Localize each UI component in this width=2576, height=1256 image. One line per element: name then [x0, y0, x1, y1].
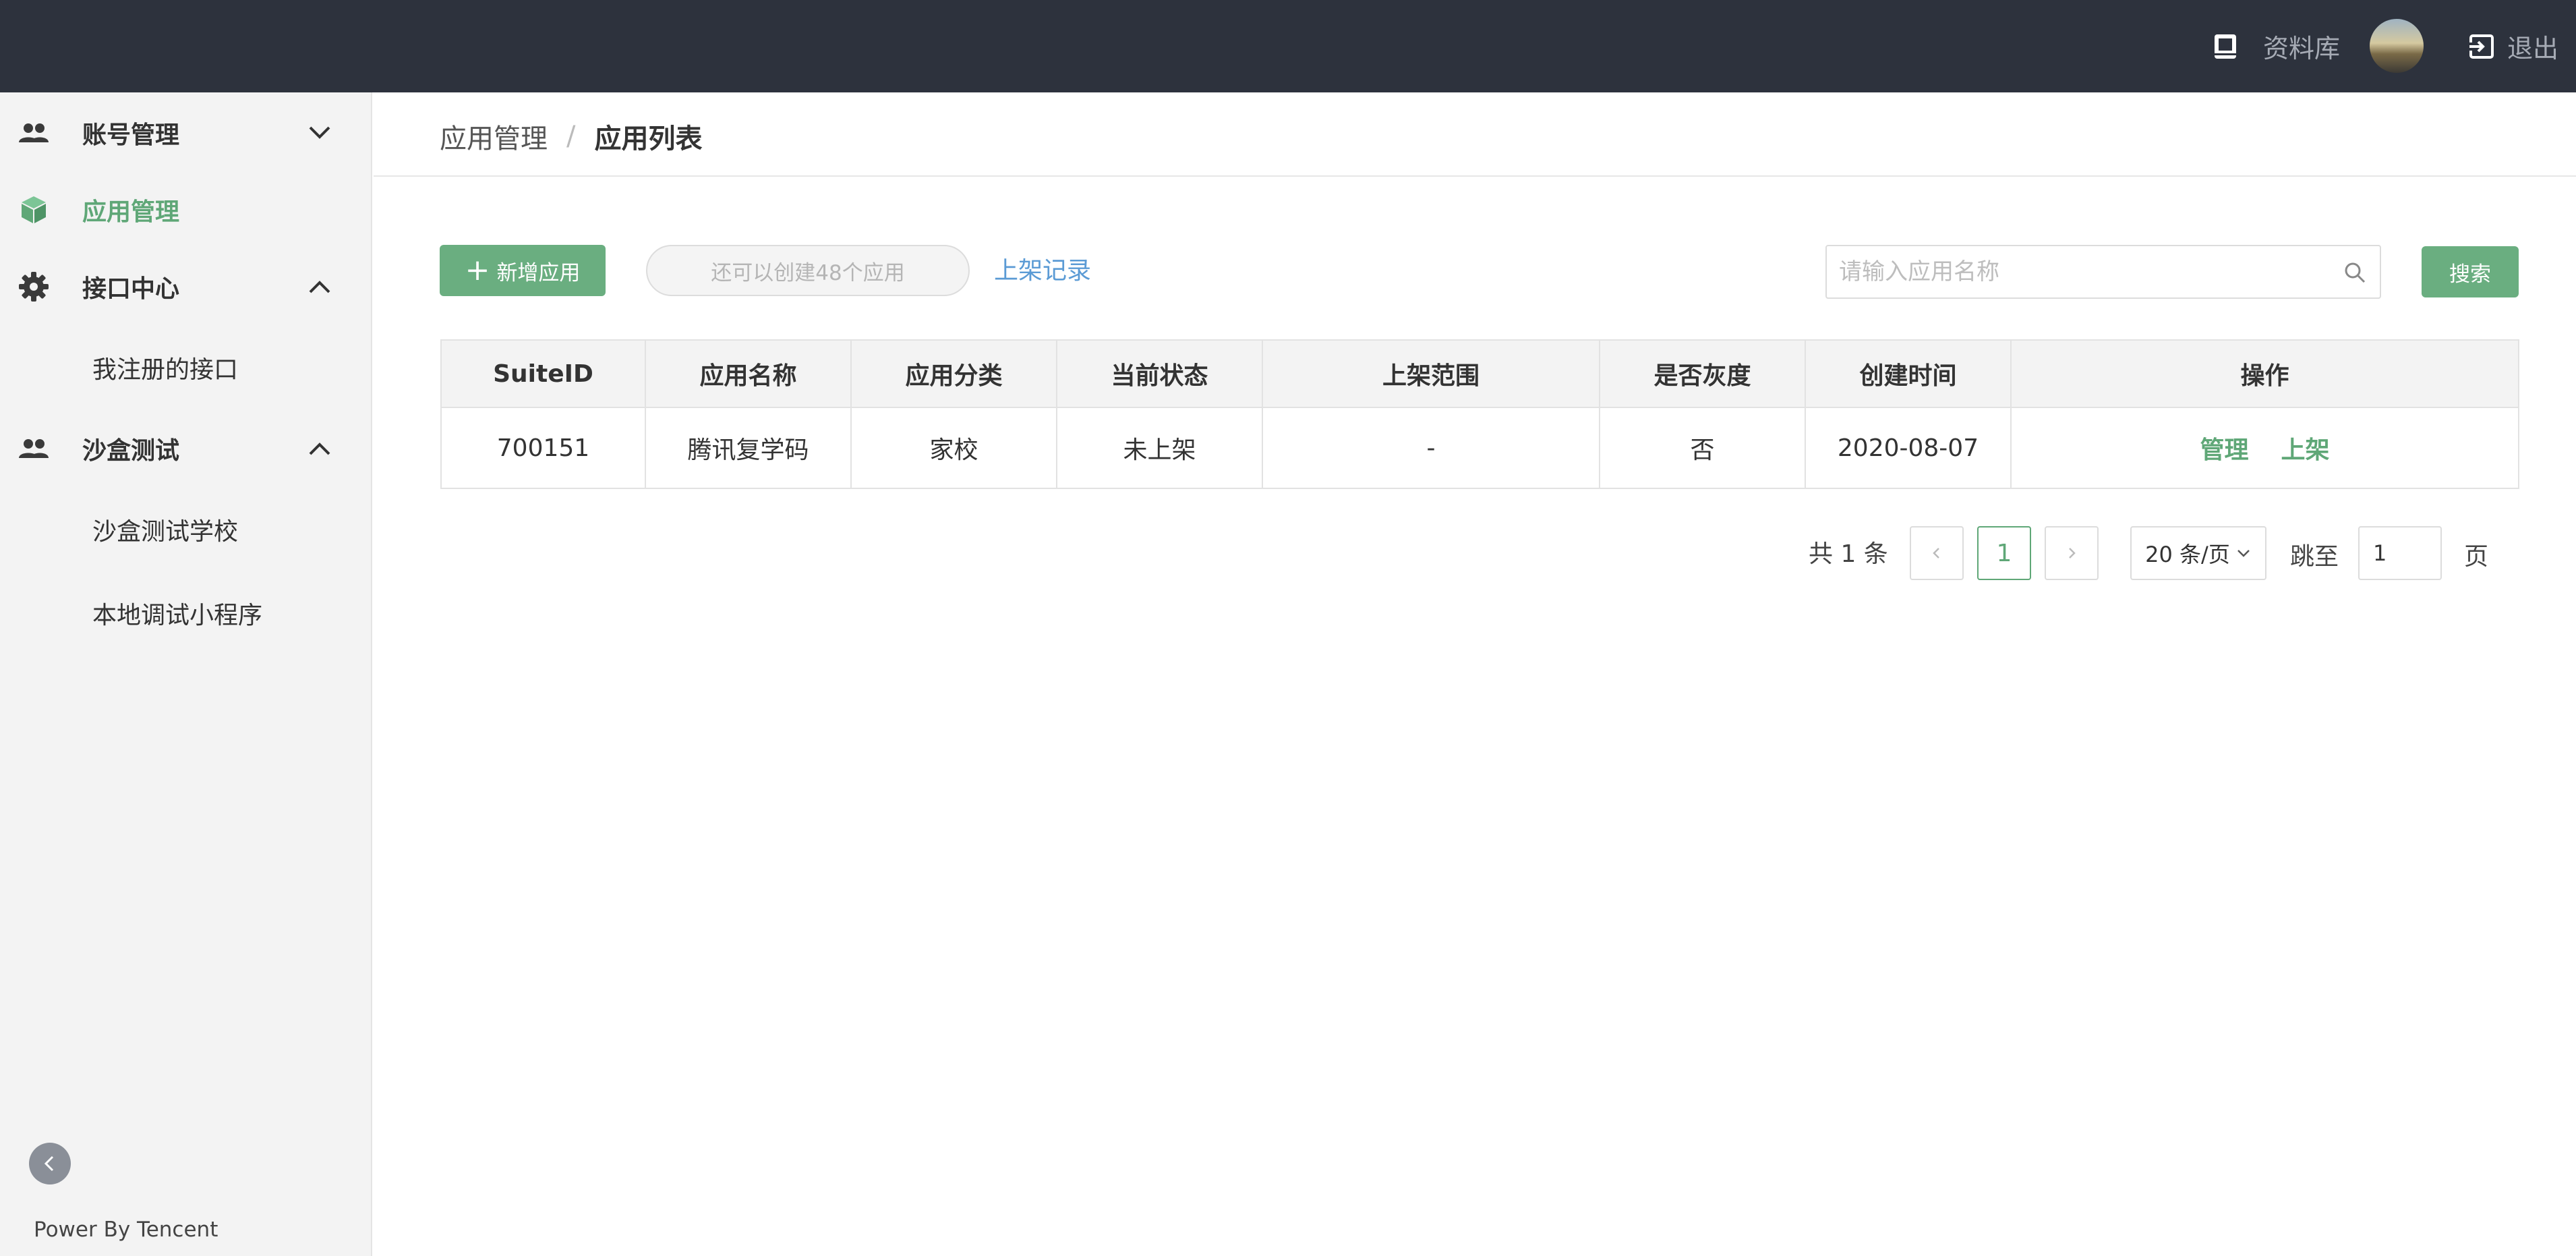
logout-label: 退出: [2507, 34, 2559, 63]
logout-icon: [2469, 34, 2494, 59]
column-header: 上架范围: [1263, 341, 1600, 407]
app-table: SuiteID 应用名称 应用分类 当前状态 上架范围 是否灰度 创建时间 操作…: [440, 339, 2519, 489]
sidebar-subitem-label: 我注册的接口: [92, 356, 239, 384]
cell-scope: -: [1263, 408, 1600, 488]
breadcrumb-parent[interactable]: 应用管理: [440, 117, 548, 156]
column-header: 创建时间: [1806, 341, 2012, 407]
sidebar-item-label: 应用管理: [82, 198, 180, 226]
pagination-total: 共 1 条: [1809, 540, 1888, 568]
add-app-label: 新增应用: [496, 260, 581, 285]
gear-icon: [18, 272, 50, 302]
breadcrumb-separator: /: [566, 121, 576, 152]
plus-icon: +: [465, 253, 490, 287]
sidebar-item-label: 沙盒测试: [82, 437, 180, 465]
column-header: 应用名称: [646, 341, 852, 407]
search-icon[interactable]: [2343, 261, 2366, 284]
library-link[interactable]: 资料库: [2213, 0, 2340, 92]
search-box: [1825, 245, 2381, 299]
column-header: 应用分类: [852, 341, 1057, 407]
sidebar-item-api-center[interactable]: 接口中心: [0, 253, 372, 320]
add-app-button[interactable]: + 新增应用: [440, 245, 606, 296]
table-header: SuiteID 应用名称 应用分类 当前状态 上架范围 是否灰度 创建时间 操作: [442, 341, 2518, 408]
chevron-right-icon: [2069, 548, 2076, 559]
logout-button[interactable]: 退出: [2468, 0, 2558, 92]
top-bar: 资料库 退出: [0, 0, 2576, 92]
sidebar-item-label: 账号管理: [82, 121, 180, 149]
page-size-select[interactable]: 20 条/页: [2130, 526, 2266, 580]
app-quota-badge: 还可以创建48个应用: [646, 245, 970, 296]
sidebar-item-sandbox[interactable]: 沙盒测试: [0, 415, 372, 482]
cell-suite-id: 700151: [442, 408, 646, 488]
chevron-down-icon: [309, 126, 330, 139]
search-input[interactable]: [1839, 246, 2338, 297]
header-divider: [374, 175, 2576, 177]
cell-actions: 管理 上架: [2012, 408, 2518, 488]
chevron-left-icon: [1933, 548, 1939, 559]
cell-status: 未上架: [1057, 408, 1263, 488]
table-row: 700151 腾讯复学码 家校 未上架 - 否 2020-08-07 管理 上架: [442, 408, 2518, 488]
people-icon: [18, 435, 50, 462]
sidebar-item-label: 接口中心: [82, 275, 180, 303]
sidebar-subitem-sandbox-school[interactable]: 沙盒测试学校: [0, 496, 372, 563]
column-header: 操作: [2240, 362, 2289, 390]
sidebar: 账号管理 应用管理 接口中心 我注册的接口 沙盒测试 沙盒测试学校 本地调试小程…: [0, 92, 372, 1256]
cell-app-name: 腾讯复学码: [646, 408, 852, 488]
column-header: SuiteID: [442, 341, 646, 407]
breadcrumb-current: 应用列表: [594, 123, 703, 154]
cell-gray: 否: [1600, 408, 1806, 488]
page-number-button[interactable]: 1: [1977, 526, 2031, 580]
sidebar-subitem-label: 本地调试小程序: [92, 602, 263, 629]
publish-button[interactable]: 上架: [2281, 430, 2330, 465]
goto-page-input[interactable]: [2358, 526, 2442, 580]
book-icon: [2215, 34, 2236, 59]
sidebar-item-app-management[interactable]: 应用管理: [0, 176, 372, 244]
next-page-button[interactable]: [2045, 526, 2099, 580]
cube-icon: [18, 196, 50, 223]
powered-by: Power By Tencent: [34, 1218, 218, 1242]
sidebar-item-account[interactable]: 账号管理: [0, 99, 372, 167]
chevron-up-icon: [309, 281, 330, 293]
cell-created: 2020-08-07: [1806, 408, 2012, 488]
sidebar-collapse-button[interactable]: [29, 1143, 71, 1184]
manage-button[interactable]: 管理: [2200, 430, 2248, 465]
column-header: 当前状态: [1057, 341, 1263, 407]
chevron-down-icon: [2237, 550, 2250, 557]
listing-record-link[interactable]: 上架记录: [994, 251, 1091, 286]
cell-category: 家校: [852, 408, 1057, 488]
search-button[interactable]: 搜索: [2422, 246, 2519, 297]
breadcrumb: 应用管理 / 应用列表: [440, 116, 702, 156]
prev-page-button[interactable]: [1910, 526, 1964, 580]
people-icon: [18, 119, 50, 146]
chevron-up-icon: [309, 443, 330, 455]
sidebar-subitem-my-apis[interactable]: 我注册的接口: [0, 334, 372, 401]
chevron-left-icon: [44, 1155, 54, 1172]
page-size-label: 20 条/页: [2145, 542, 2230, 567]
sidebar-subitem-label: 沙盒测试学校: [92, 518, 239, 546]
library-label: 资料库: [2263, 34, 2341, 63]
user-avatar[interactable]: [2370, 19, 2424, 73]
sidebar-subitem-local-debug[interactable]: 本地调试小程序: [0, 579, 372, 647]
column-header: 是否灰度: [1600, 341, 1806, 407]
goto-suffix: 页: [2464, 543, 2489, 571]
goto-label: 跳至: [2290, 543, 2339, 571]
